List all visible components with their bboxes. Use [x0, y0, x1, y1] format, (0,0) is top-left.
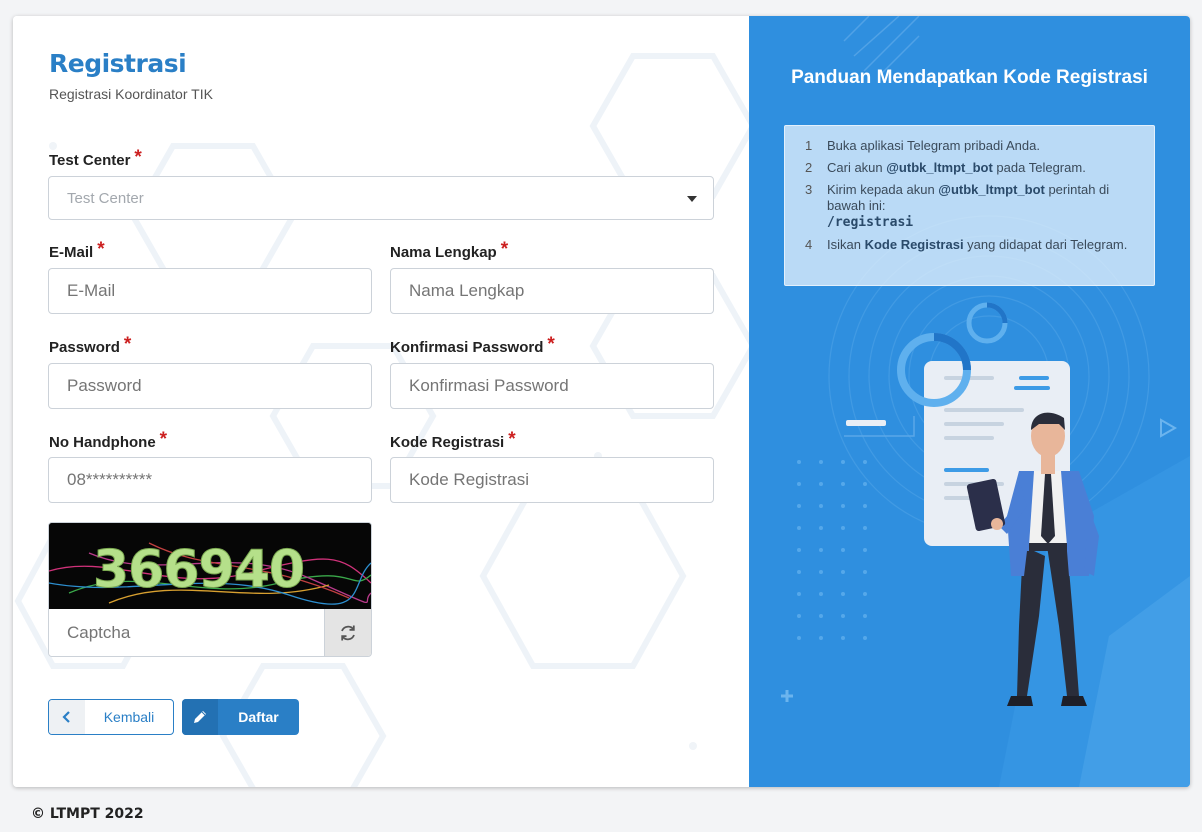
captcha-image: 366940 [49, 523, 371, 609]
telegram-bot-handle: @utbk_ltmpt_bot [938, 182, 1045, 197]
pencil-icon [182, 699, 218, 735]
registration-card: Registrasi Registrasi Koordinator TIK Te… [13, 16, 1190, 787]
back-button-label: Kembali [103, 709, 155, 725]
register-button[interactable]: Daftar [182, 699, 299, 735]
registration-code-field[interactable] [390, 457, 714, 503]
telegram-bot-handle: @utbk_ltmpt_bot [886, 160, 993, 175]
guide-step: 2 Cari akun @utbk_ltmpt_bot pada Telegra… [805, 160, 1086, 175]
password-label: Password * [49, 334, 132, 356]
register-button-label: Daftar [238, 709, 279, 725]
confirm-password-field[interactable] [390, 363, 714, 409]
required-mark: * [97, 239, 105, 260]
phone-label: No Handphone * [49, 429, 168, 451]
guide-step: 3 Kirim kepada akun @utbk_ltmpt_bot peri… [805, 182, 1110, 230]
confirm-password-label: Konfirmasi Password * [390, 334, 555, 356]
footer-copyright: © LTMPT 2022 [31, 806, 144, 822]
guide-step: 1 Buka aplikasi Telegram pribadi Anda. [805, 138, 1040, 153]
captcha-field[interactable] [49, 609, 324, 656]
guide-title: Panduan Mendapatkan Kode Registrasi [791, 67, 1148, 88]
email-label: E-Mail * [49, 239, 105, 261]
captcha-code-text: 366940 [93, 540, 304, 600]
test-center-select-value: Test Center [67, 189, 144, 207]
chevron-left-icon [49, 700, 85, 734]
guide-steps-box: 1 Buka aplikasi Telegram pribadi Anda. 2… [784, 125, 1155, 286]
guide-steps-list: 1 Buka aplikasi Telegram pribadi Anda. 2… [801, 138, 1138, 253]
captcha-refresh-button[interactable] [324, 609, 371, 656]
phone-field[interactable] [48, 457, 372, 503]
guide-panel: Panduan Mendapatkan Kode Registrasi 1 Bu… [749, 16, 1190, 787]
test-center-select[interactable]: Test Center [48, 176, 714, 220]
page-title: Registrasi [49, 49, 187, 78]
email-field[interactable] [48, 268, 372, 314]
page-subtitle: Registrasi Koordinator TIK [49, 86, 213, 102]
registration-code-label: Kode Registrasi * [390, 429, 516, 451]
guide-step: 4 Isikan Kode Registrasi yang didapat da… [805, 237, 1128, 252]
required-mark: * [123, 334, 132, 355]
caret-down-icon [687, 196, 697, 202]
test-center-label: Test Center * [49, 147, 142, 169]
registration-form-panel: Registrasi Registrasi Koordinator TIK Te… [13, 16, 749, 787]
required-mark: * [159, 429, 168, 450]
full-name-label: Nama Lengkap * [390, 239, 509, 261]
full-name-field[interactable] [390, 268, 714, 314]
telegram-command: /registrasi [827, 215, 914, 230]
required-mark: * [547, 334, 555, 355]
captcha-group: 366940 [48, 522, 372, 657]
back-button[interactable]: Kembali [48, 699, 174, 735]
refresh-icon [341, 625, 355, 640]
required-mark: * [508, 429, 516, 450]
required-mark: * [134, 147, 142, 168]
password-field[interactable] [48, 363, 372, 409]
required-mark: * [500, 239, 509, 260]
